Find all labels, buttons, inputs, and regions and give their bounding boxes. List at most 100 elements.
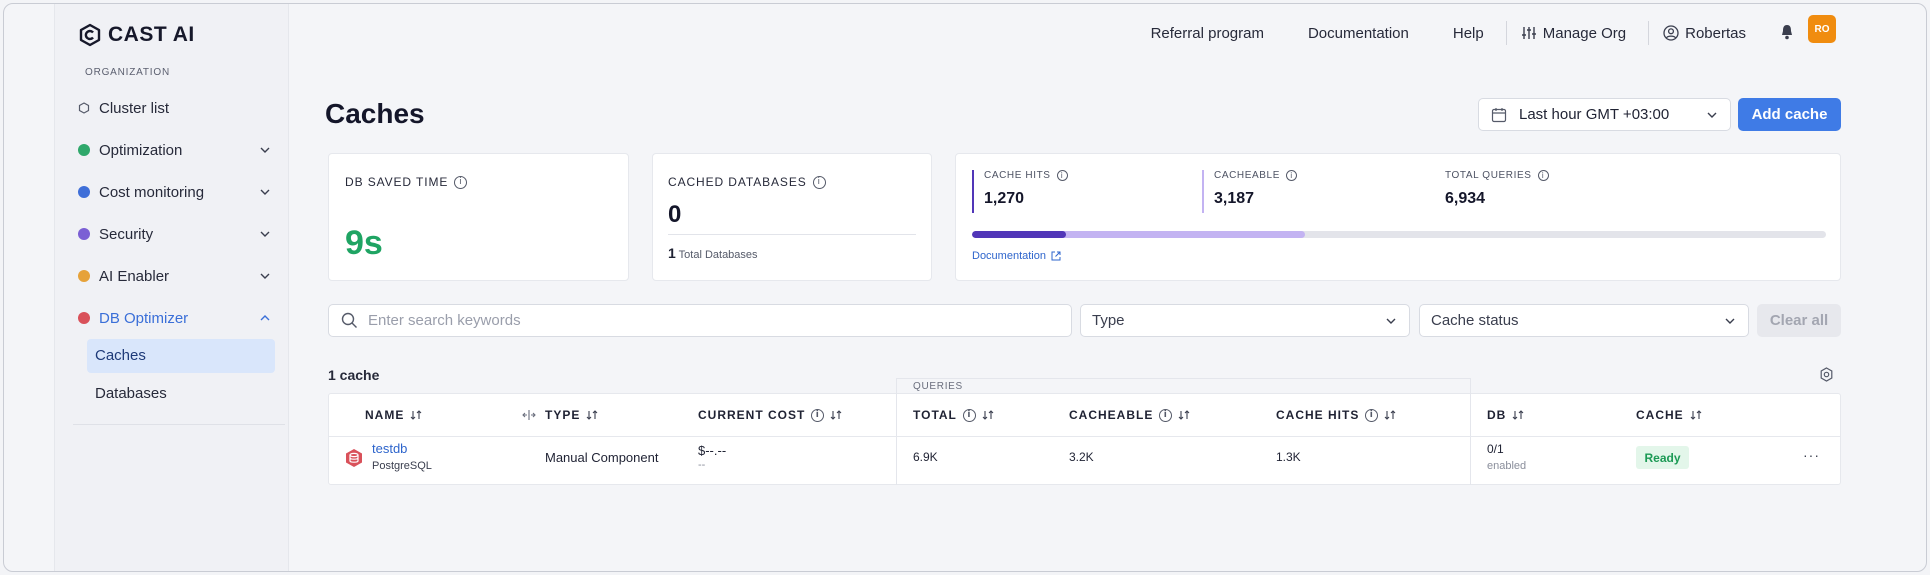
info-icon[interactable]: i bbox=[962, 408, 976, 422]
column-header-db[interactable]: DB bbox=[1487, 408, 1524, 422]
chevron-down-icon bbox=[260, 231, 270, 237]
info-icon[interactable]: i bbox=[1056, 170, 1068, 181]
manage-org-button[interactable]: Manage Org bbox=[1521, 25, 1626, 42]
info-icon[interactable]: i bbox=[812, 175, 826, 189]
column-header-label: TOTAL bbox=[913, 408, 957, 422]
info-icon[interactable]: i bbox=[1159, 408, 1173, 422]
cached-databases-card: CACHED DATABASES i 0 1 Total Databases bbox=[652, 153, 932, 281]
clear-all-button[interactable]: Clear all bbox=[1757, 304, 1841, 337]
column-header-cache[interactable]: CACHE bbox=[1636, 408, 1702, 422]
sort-icon bbox=[982, 410, 994, 420]
chevron-down-icon bbox=[1386, 318, 1396, 324]
database-icon bbox=[346, 449, 362, 467]
hexagon-outline-icon bbox=[78, 102, 90, 114]
external-link-icon bbox=[1051, 251, 1061, 261]
sidebar-subitem-databases[interactable]: Databases bbox=[87, 377, 275, 411]
total-databases-count: 1 bbox=[668, 245, 676, 261]
sidebar-item-label: Optimization bbox=[99, 141, 183, 159]
cache-name-link[interactable]: testdb bbox=[372, 441, 407, 456]
cast-ai-logo-icon bbox=[79, 23, 101, 47]
help-link[interactable]: Help bbox=[1453, 25, 1484, 42]
db-saved-time-label: DB SAVED TIME bbox=[345, 175, 449, 189]
add-cache-button[interactable]: Add cache bbox=[1738, 98, 1841, 131]
column-header-label: DB bbox=[1487, 408, 1507, 422]
db-saved-time-value: 9s bbox=[345, 224, 383, 262]
card-label: DB SAVED TIME i bbox=[345, 175, 468, 189]
chevron-down-icon bbox=[1725, 318, 1735, 324]
queries-progress-bar bbox=[972, 231, 1826, 238]
info-icon[interactable]: i bbox=[1285, 170, 1297, 181]
sort-icon bbox=[1512, 410, 1524, 420]
card-divider bbox=[668, 234, 916, 235]
column-header-cacheable[interactable]: CACHEABLE i bbox=[1069, 408, 1190, 422]
cacheable-stat: CACHEABLE i 3,187 bbox=[1202, 170, 1297, 213]
queries-group-label: QUERIES bbox=[913, 381, 963, 392]
organization-label: ORGANIZATION bbox=[85, 67, 170, 78]
documentation-card-link[interactable]: Documentation bbox=[972, 250, 1061, 262]
status-badge: Ready bbox=[1636, 446, 1689, 469]
cache-engine: PostgreSQL bbox=[372, 460, 432, 472]
stat-label: CACHE HITS i bbox=[984, 170, 1068, 181]
calendar-icon bbox=[1491, 107, 1507, 122]
sidebar-item-cluster-list[interactable]: Cluster list bbox=[73, 87, 279, 129]
cache-status-filter-label: Cache status bbox=[1431, 312, 1519, 329]
sidebar-nav: Cluster list Optimization Cost monitorin… bbox=[73, 87, 279, 415]
user-menu-button[interactable]: Robertas bbox=[1663, 25, 1746, 42]
sidebar-item-ai-enabler[interactable]: AI Enabler bbox=[73, 255, 279, 297]
referral-program-link[interactable]: Referral program bbox=[1151, 25, 1264, 42]
column-header-label: CACHE HITS bbox=[1276, 408, 1360, 422]
bell-icon[interactable] bbox=[1779, 23, 1795, 41]
sidebar-item-label: Security bbox=[99, 225, 154, 243]
table-settings-icon[interactable] bbox=[1819, 367, 1834, 382]
chevron-down-icon bbox=[260, 273, 270, 279]
total-queries-stat: TOTAL QUERIES i 6,934 bbox=[1433, 170, 1549, 213]
column-header-cache-hits[interactable]: CACHE HITS i bbox=[1276, 408, 1396, 422]
cache-count: 1 cache bbox=[328, 367, 380, 383]
time-range-value: Last hour GMT +03:00 bbox=[1519, 106, 1670, 123]
cache-status-filter-select[interactable]: Cache status bbox=[1419, 304, 1749, 337]
sidebar-item-cost-monitoring[interactable]: Cost monitoring bbox=[73, 171, 279, 213]
user-name: Robertas bbox=[1685, 24, 1746, 42]
queries-card: CACHE HITS i 1,270 CACHEABLE i 3,187 TOTAL… bbox=[955, 153, 1841, 281]
manage-org-label: Manage Org bbox=[1542, 24, 1627, 42]
info-icon[interactable]: i bbox=[1537, 170, 1549, 181]
sidebar-item-label: Cluster list bbox=[99, 99, 170, 117]
sort-icon bbox=[1178, 410, 1190, 420]
topbar-separator bbox=[1648, 21, 1650, 45]
column-header-name[interactable]: NAME bbox=[365, 408, 422, 422]
cache-current-cost: $--.-- bbox=[698, 443, 727, 458]
cache-current-cost-sub: -- bbox=[698, 459, 706, 471]
sidebar-item-label: Cost monitoring bbox=[99, 183, 205, 201]
info-icon[interactable]: i bbox=[811, 408, 825, 422]
topbar-separator bbox=[1505, 21, 1507, 45]
sidebar-subitem-caches[interactable]: Caches bbox=[87, 339, 275, 373]
column-header-current-cost[interactable]: CURRENT COST i bbox=[698, 408, 842, 422]
sidebar-item-db-optimizer[interactable]: DB Optimizer bbox=[73, 297, 279, 339]
sidebar-divider bbox=[73, 424, 285, 425]
info-icon[interactable]: i bbox=[1365, 408, 1379, 422]
security-icon bbox=[78, 228, 90, 240]
cost-monitoring-icon bbox=[78, 186, 90, 198]
sort-icon bbox=[830, 410, 842, 420]
search-input[interactable] bbox=[368, 312, 1048, 329]
cached-databases-value: 0 bbox=[668, 201, 682, 228]
optimization-icon bbox=[78, 144, 90, 156]
info-icon[interactable]: i bbox=[454, 175, 468, 189]
total-databases-label: Total Databases bbox=[678, 249, 758, 261]
row-actions-button[interactable]: ··· bbox=[1803, 447, 1820, 463]
sidebar-item-security[interactable]: Security bbox=[73, 213, 279, 255]
column-resize-icon[interactable] bbox=[522, 409, 536, 421]
column-header-type[interactable]: TYPE bbox=[545, 408, 598, 422]
type-filter-select[interactable]: Type bbox=[1080, 304, 1410, 337]
sort-icon bbox=[410, 410, 422, 420]
time-range-select[interactable]: Last hour GMT +03:00 bbox=[1478, 98, 1731, 131]
avatar[interactable]: RO bbox=[1808, 15, 1836, 43]
logo[interactable]: CAST AI bbox=[78, 23, 195, 47]
sort-icon bbox=[586, 410, 598, 420]
column-header-total[interactable]: TOTAL i bbox=[913, 408, 994, 422]
sliders-icon bbox=[1521, 27, 1536, 39]
cacheable-label: CACHEABLE bbox=[1214, 170, 1280, 181]
sidebar-item-optimization[interactable]: Optimization bbox=[73, 129, 279, 171]
documentation-link[interactable]: Documentation bbox=[1308, 25, 1409, 42]
stat-label: TOTAL QUERIES i bbox=[1445, 170, 1549, 181]
